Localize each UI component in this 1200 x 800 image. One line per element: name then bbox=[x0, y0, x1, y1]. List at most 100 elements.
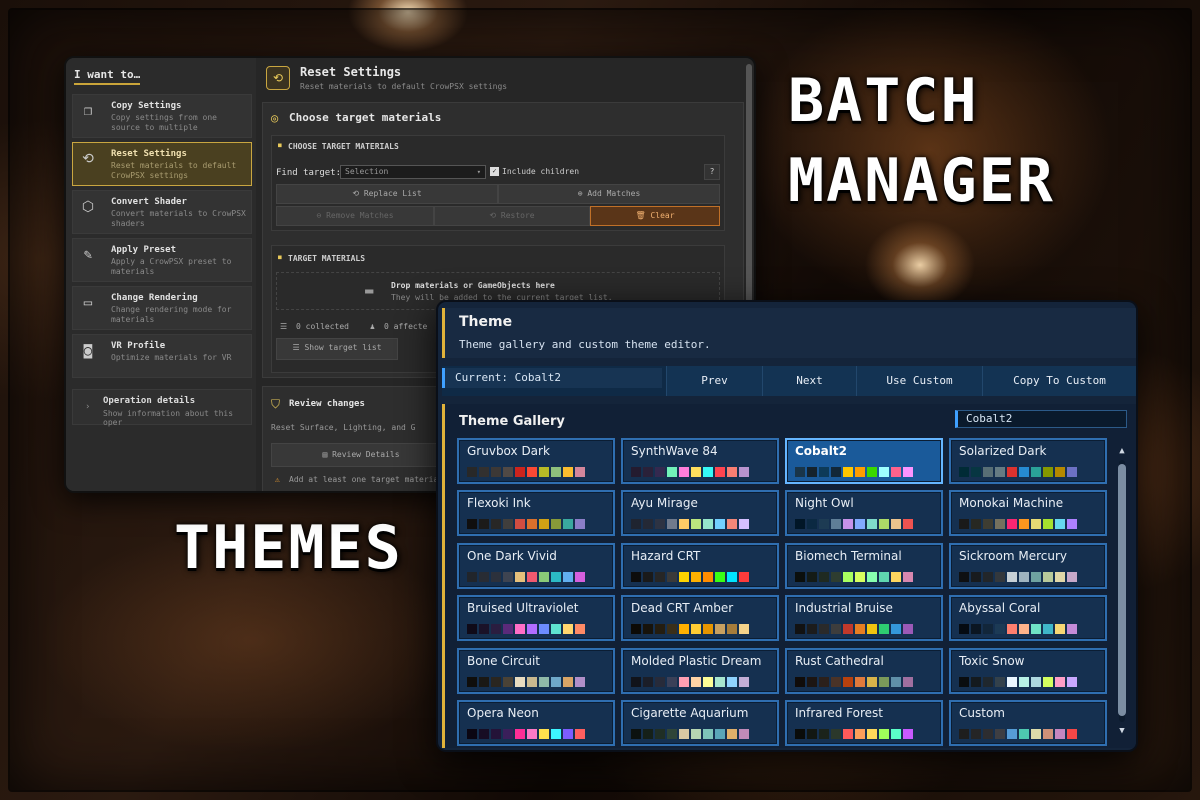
color-swatch bbox=[1055, 571, 1065, 582]
scrollbar-thumb[interactable] bbox=[1118, 464, 1126, 716]
color-swatch bbox=[727, 624, 737, 635]
color-swatch bbox=[715, 624, 725, 635]
sidebar-item-change-rendering[interactable]: ▭ Change Rendering Change rendering mode f… bbox=[72, 286, 252, 330]
theme-card[interactable]: Opera Neon bbox=[457, 700, 615, 746]
sidebar-item-desc: Optimize materials for VR bbox=[111, 353, 232, 362]
theme-card[interactable]: Bone Circuit bbox=[457, 647, 615, 694]
color-swatch bbox=[679, 571, 689, 582]
color-swatch bbox=[467, 571, 477, 582]
add-matches-button[interactable]: ⊕ Add Matches bbox=[498, 184, 720, 204]
show-target-list-button[interactable]: ☰ Show target list bbox=[276, 338, 398, 360]
wand-icon: ✎ bbox=[83, 247, 93, 263]
scroll-up-icon[interactable]: ▲ bbox=[1117, 446, 1127, 456]
theme-card[interactable]: One Dark Vivid bbox=[457, 542, 615, 589]
prev-button[interactable]: Prev bbox=[666, 366, 762, 396]
color-swatch bbox=[867, 729, 877, 739]
color-swatch bbox=[527, 729, 537, 739]
warning-icon: ⚠ bbox=[275, 475, 280, 484]
color-swatch bbox=[795, 519, 805, 530]
color-swatch bbox=[1055, 467, 1065, 477]
clear-button[interactable]: 🗑 Clear bbox=[590, 206, 720, 226]
scroll-down-icon[interactable]: ▼ bbox=[1117, 726, 1127, 736]
theme-card[interactable]: Bruised Ultraviolet bbox=[457, 595, 615, 642]
theme-card[interactable]: Abyssal Coral bbox=[949, 595, 1107, 642]
theme-card[interactable]: Sickroom Mercury bbox=[949, 542, 1107, 589]
color-swatch bbox=[527, 519, 537, 530]
color-swatch bbox=[655, 676, 665, 687]
theme-card[interactable]: Solarized Dark bbox=[949, 438, 1107, 484]
theme-card[interactable]: Industrial Bruise bbox=[785, 595, 943, 642]
theme-card[interactable]: Biomech Terminal bbox=[785, 542, 943, 589]
color-swatch bbox=[819, 624, 829, 635]
theme-card[interactable]: Dead CRT Amber bbox=[621, 595, 779, 642]
color-swatch bbox=[491, 519, 501, 530]
color-swatch bbox=[1019, 676, 1029, 687]
theme-card[interactable]: Cigarette Aquarium bbox=[621, 700, 779, 746]
theme-card[interactable]: Cobalt2 bbox=[785, 438, 943, 484]
color-swatch bbox=[727, 467, 737, 477]
color-swatch bbox=[995, 676, 1005, 687]
restore-button[interactable]: ⟲ Restore bbox=[434, 206, 590, 226]
color-swatch bbox=[667, 729, 677, 739]
theme-card[interactable]: Infrared Forest bbox=[785, 700, 943, 746]
gallery-title: Theme Gallery bbox=[459, 414, 565, 429]
find-target-select[interactable]: Selection ▾ bbox=[340, 165, 486, 179]
color-swatch bbox=[551, 624, 561, 635]
color-swatch bbox=[831, 571, 841, 582]
color-swatch bbox=[1031, 624, 1041, 635]
remove-matches-button[interactable]: ⊖ Remove Matches bbox=[276, 206, 434, 226]
theme-gallery: Theme Gallery Cobalt2 Gruvbox Dark SynthW… bbox=[442, 404, 1136, 748]
theme-card[interactable]: Gruvbox Dark bbox=[457, 438, 615, 484]
gallery-scrollbar[interactable]: ▲ ▼ bbox=[1117, 446, 1127, 736]
theme-card[interactable]: Toxic Snow bbox=[949, 647, 1107, 694]
color-swatch bbox=[1031, 571, 1041, 582]
color-swatch bbox=[1043, 467, 1053, 477]
color-swatch bbox=[479, 624, 489, 635]
color-swatch bbox=[959, 519, 969, 530]
theme-card[interactable]: SynthWave 84 bbox=[621, 438, 779, 484]
sidebar-item-copy-settings[interactable]: ❐ Copy Settings Copy settings from one sou… bbox=[72, 94, 252, 138]
color-swatch bbox=[1043, 676, 1053, 687]
theme-card[interactable]: Monokai Machine bbox=[949, 490, 1107, 537]
color-swatch bbox=[679, 676, 689, 687]
theme-card[interactable]: Flexoki Ink bbox=[457, 490, 615, 537]
sidebar-item-vr-profile[interactable]: ◙ VR Profile Optimize materials for VR bbox=[72, 334, 252, 378]
help-button[interactable]: ? bbox=[704, 164, 720, 180]
theme-swatches bbox=[631, 729, 749, 739]
color-swatch bbox=[971, 676, 981, 687]
color-swatch bbox=[1055, 519, 1065, 530]
theme-card[interactable]: Rust Cathedral bbox=[785, 647, 943, 694]
review-details-button[interactable]: ▤ Review Details bbox=[271, 443, 451, 467]
sidebar-item-apply-preset[interactable]: ✎ Apply Preset Apply a CrowPSX preset to m… bbox=[72, 238, 252, 282]
theme-swatches bbox=[631, 676, 749, 687]
theme-swatches bbox=[795, 571, 913, 582]
color-swatch bbox=[655, 519, 665, 530]
theme-search-input[interactable]: Cobalt2 bbox=[955, 410, 1127, 428]
color-swatch bbox=[691, 676, 701, 687]
theme-card[interactable]: Custom bbox=[949, 700, 1107, 746]
theme-card[interactable]: Ayu Mirage bbox=[621, 490, 779, 537]
theme-card[interactable]: Molded Plastic Dream bbox=[621, 647, 779, 694]
include-children-checkbox[interactable]: ✓ bbox=[490, 167, 499, 176]
include-children-label: Include children bbox=[502, 167, 580, 176]
theme-swatches bbox=[467, 519, 585, 530]
color-swatch bbox=[539, 571, 549, 582]
vr-icon: ◙ bbox=[83, 343, 93, 359]
replace-list-button[interactable]: ⟲ Replace List bbox=[276, 184, 498, 204]
theme-card[interactable]: Night Owl bbox=[785, 490, 943, 537]
theme-name: Night Owl bbox=[795, 496, 854, 511]
color-swatch bbox=[703, 729, 713, 739]
color-swatch bbox=[843, 624, 853, 635]
color-swatch bbox=[503, 519, 513, 530]
use-custom-button[interactable]: Use Custom bbox=[856, 366, 982, 396]
sidebar-item-reset-settings[interactable]: ⟲ Reset Settings Reset materials to defaul… bbox=[72, 142, 252, 186]
operation-details-toggle[interactable]: › Operation details Show information abo… bbox=[72, 389, 252, 427]
color-swatch bbox=[1043, 519, 1053, 530]
next-button[interactable]: Next bbox=[762, 366, 856, 396]
sidebar-item-convert-shader[interactable]: ⬡ Convert Shader Convert materials to Crow… bbox=[72, 190, 252, 234]
theme-card[interactable]: Hazard CRT bbox=[621, 542, 779, 589]
color-swatch bbox=[855, 676, 865, 687]
copy-to-custom-button[interactable]: Copy To Custom bbox=[982, 366, 1136, 396]
theme-window: Theme Theme gallery and custom theme edi… bbox=[436, 300, 1138, 752]
sidebar: I want to… ❐ Copy Settings Copy settings f… bbox=[66, 58, 256, 491]
